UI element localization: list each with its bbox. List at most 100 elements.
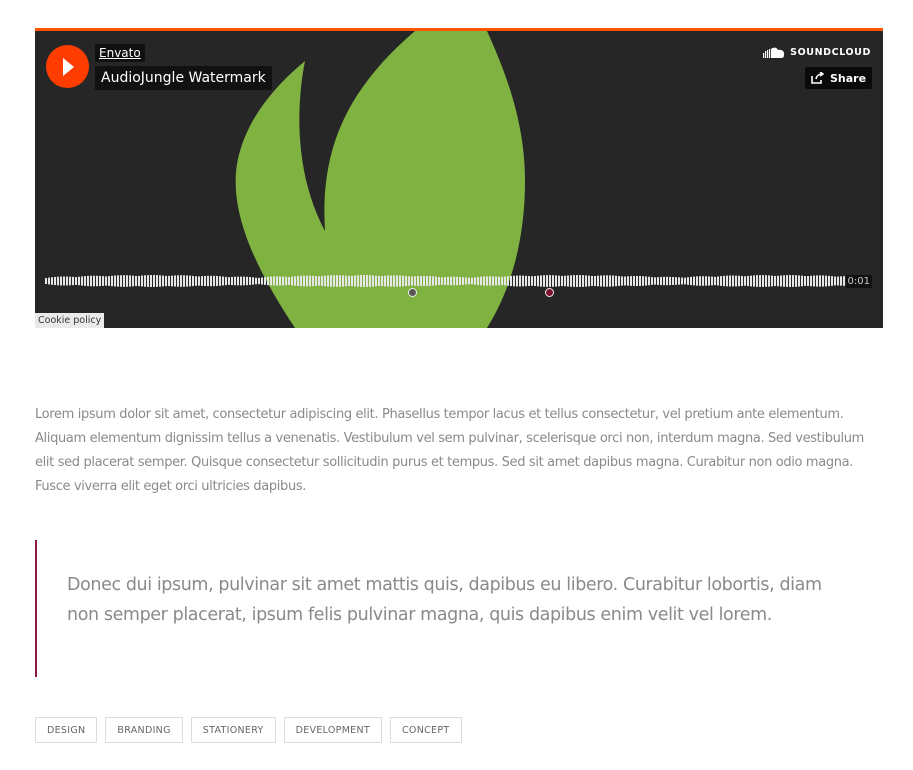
waveform-bar xyxy=(534,276,536,286)
waveform-bar xyxy=(270,276,272,286)
tag-design[interactable]: DESIGN xyxy=(35,717,98,743)
waveform-bar xyxy=(222,276,224,286)
waveform-bar xyxy=(663,276,665,286)
waveform-bar xyxy=(171,275,173,287)
waveform-bar xyxy=(195,276,197,286)
waveform-bar xyxy=(615,275,617,287)
waveform-bar xyxy=(216,275,218,287)
waveform-bar xyxy=(366,275,368,287)
tag-stationery[interactable]: STATIONERY xyxy=(190,717,276,743)
waveform-bar xyxy=(525,275,527,287)
waveform-bar xyxy=(420,275,422,287)
waveform-bar xyxy=(672,277,674,285)
waveform-bar xyxy=(78,276,80,286)
waveform-bar xyxy=(765,275,767,287)
waveform-bar xyxy=(258,277,260,285)
waveform-bar xyxy=(162,275,164,287)
waveform-bar xyxy=(204,275,206,287)
waveform-bar xyxy=(273,276,275,286)
waveform-bar xyxy=(627,276,629,286)
waveform-bar xyxy=(402,275,404,287)
waveform-bar xyxy=(486,276,488,286)
waveform-bar xyxy=(231,276,233,286)
waveform-bar xyxy=(129,275,131,287)
tag-concept[interactable]: CONCEPT xyxy=(390,717,462,743)
waveform-bar xyxy=(360,275,362,287)
waveform-bar xyxy=(282,276,284,286)
waveform-bar xyxy=(573,275,575,287)
waveform-bar xyxy=(138,275,140,287)
waveform-bar xyxy=(147,275,149,287)
waveform-bar xyxy=(156,275,158,287)
waveform-bar xyxy=(741,275,743,287)
waveform[interactable] xyxy=(45,273,873,293)
cookie-policy-link[interactable]: Cookie policy xyxy=(35,313,105,328)
waveform-bar xyxy=(309,275,311,287)
play-button[interactable] xyxy=(46,45,89,88)
waveform-bar xyxy=(348,275,350,287)
waveform-bar xyxy=(165,275,167,287)
waveform-bar xyxy=(264,277,266,285)
waveform-bar xyxy=(207,275,209,287)
track-title[interactable]: AudioJungle Watermark xyxy=(95,66,272,90)
waveform-bar xyxy=(117,275,119,287)
waveform-bar xyxy=(570,275,572,287)
waveform-bar xyxy=(435,276,437,286)
waveform-bar xyxy=(618,276,620,286)
tag-development[interactable]: DEVELOPMENT xyxy=(283,717,382,743)
waveform-bar xyxy=(315,276,317,286)
waveform-bar xyxy=(234,276,236,286)
waveform-bar xyxy=(495,276,497,286)
soundcloud-logo[interactable]: SOUNDCLOUD xyxy=(763,47,871,58)
share-icon xyxy=(811,72,824,84)
waveform-bar xyxy=(687,277,689,285)
quote-text: Donec dui ipsum, pulvinar sit amet matti… xyxy=(67,575,822,625)
waveform-bar xyxy=(480,276,482,286)
artist-link[interactable]: Envato xyxy=(95,44,145,62)
waveform-bar xyxy=(450,276,452,286)
waveform-bar xyxy=(477,276,479,286)
waveform-bar xyxy=(393,275,395,287)
waveform-bar xyxy=(66,276,68,286)
waveform-bar xyxy=(354,275,356,287)
waveform-bar xyxy=(579,275,581,287)
waveform-bar xyxy=(453,276,455,286)
waveform-bar xyxy=(774,275,776,287)
share-button[interactable]: Share xyxy=(805,67,872,89)
waveform-bar xyxy=(720,276,722,286)
waveform-bar xyxy=(189,275,191,287)
waveform-bar xyxy=(333,275,335,287)
waveform-bar xyxy=(786,275,788,287)
waveform-bar xyxy=(654,277,656,285)
waveform-bar xyxy=(792,275,794,287)
soundcloud-player[interactable]: Envato AudioJungle Watermark SOUNDCLOUD … xyxy=(35,28,883,328)
waveform-bar xyxy=(564,275,566,287)
waveform-bar xyxy=(582,275,584,287)
waveform-bar xyxy=(120,275,122,287)
waveform-bar xyxy=(168,275,170,287)
waveform-bar xyxy=(288,277,290,285)
waveform-bar xyxy=(504,276,506,286)
waveform-bar xyxy=(714,276,716,286)
waveform-bar xyxy=(684,277,686,285)
waveform-bar xyxy=(567,275,569,287)
waveform-bar xyxy=(591,275,593,287)
waveform-bar xyxy=(822,275,824,287)
waveform-bar xyxy=(153,275,155,287)
waveform-bar xyxy=(345,275,347,287)
comment-avatar[interactable] xyxy=(545,288,554,297)
play-icon xyxy=(62,57,74,76)
waveform-bar xyxy=(546,275,548,287)
waveform-bar xyxy=(780,275,782,287)
waveform-bar xyxy=(675,277,677,285)
waveform-bar xyxy=(528,276,530,286)
waveform-bar xyxy=(306,275,308,287)
waveform-bar xyxy=(597,275,599,287)
waveform-bar xyxy=(645,276,647,286)
waveform-bar xyxy=(144,275,146,287)
waveform-bar xyxy=(51,277,53,285)
tag-branding[interactable]: BRANDING xyxy=(105,717,183,743)
waveform-bar xyxy=(516,275,518,287)
comment-avatar[interactable] xyxy=(408,288,417,297)
waveform-bar xyxy=(681,277,683,285)
